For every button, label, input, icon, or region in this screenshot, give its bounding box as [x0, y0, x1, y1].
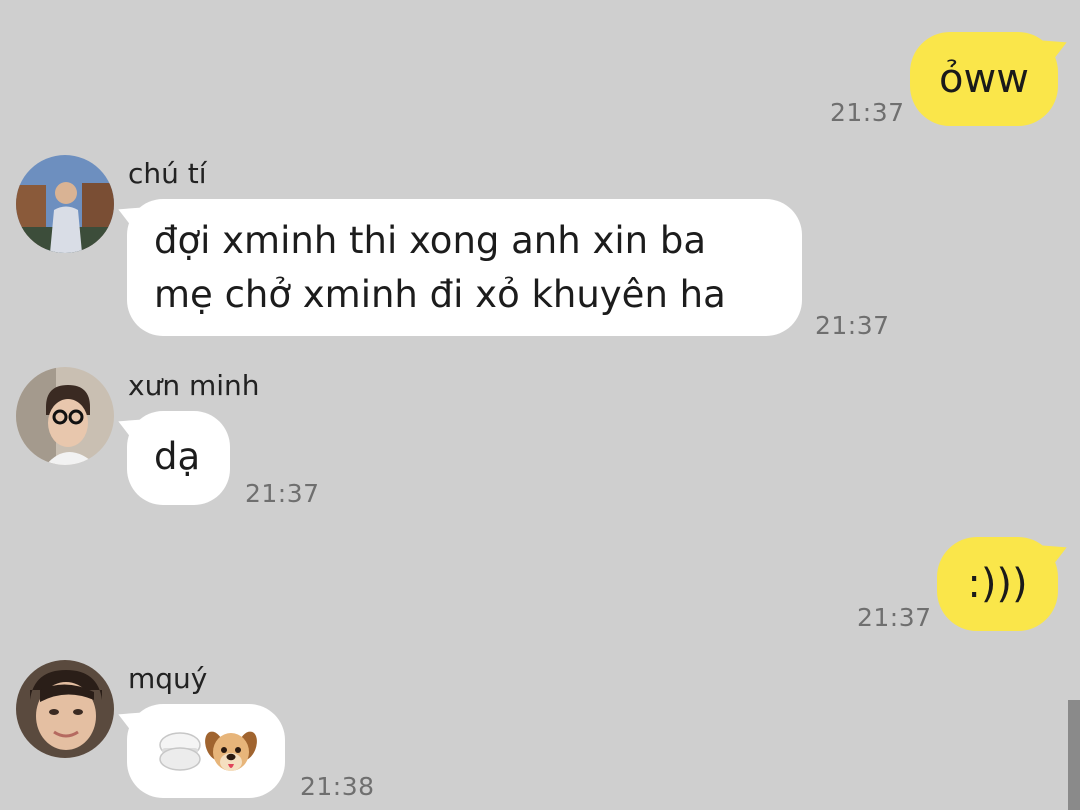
avatar-photo [16, 367, 114, 465]
message-timestamp: 21:37 [245, 479, 320, 508]
avatar[interactable] [16, 367, 114, 465]
macaron-emoji [159, 732, 201, 771]
message-text: dạ [154, 435, 201, 478]
dog-face-emoji [205, 731, 257, 771]
outgoing-message-bubble[interactable]: :))) [937, 537, 1058, 631]
message-line: đợi xminh thi xong anh xin ba [154, 219, 707, 262]
sender-name: mquý [128, 662, 208, 695]
message-timestamp: 21:38 [300, 772, 375, 801]
message-line: mẹ chở xminh đi xỏ khuyên ha [154, 273, 726, 316]
message-timestamp: 21:37 [815, 311, 890, 340]
message-timestamp: 21:37 [857, 603, 932, 632]
incoming-message-bubble[interactable] [127, 704, 285, 798]
outgoing-message-bubble[interactable]: ỏww [910, 32, 1058, 126]
sender-name: chú tí [128, 157, 207, 190]
avatar-photo [16, 155, 114, 253]
incoming-message-bubble[interactable]: đợi xminh thi xong anh xin ba mẹ chở xmi… [127, 199, 802, 336]
message-text: ỏww [939, 56, 1029, 102]
message-text: :))) [967, 561, 1028, 607]
avatar[interactable] [16, 155, 114, 253]
scrollbar[interactable] [1068, 700, 1080, 810]
incoming-message-bubble[interactable]: dạ [127, 411, 230, 505]
sender-name: xưn minh [128, 369, 260, 402]
avatar[interactable] [16, 660, 114, 758]
message-timestamp: 21:37 [830, 98, 905, 127]
avatar-photo [16, 660, 114, 758]
